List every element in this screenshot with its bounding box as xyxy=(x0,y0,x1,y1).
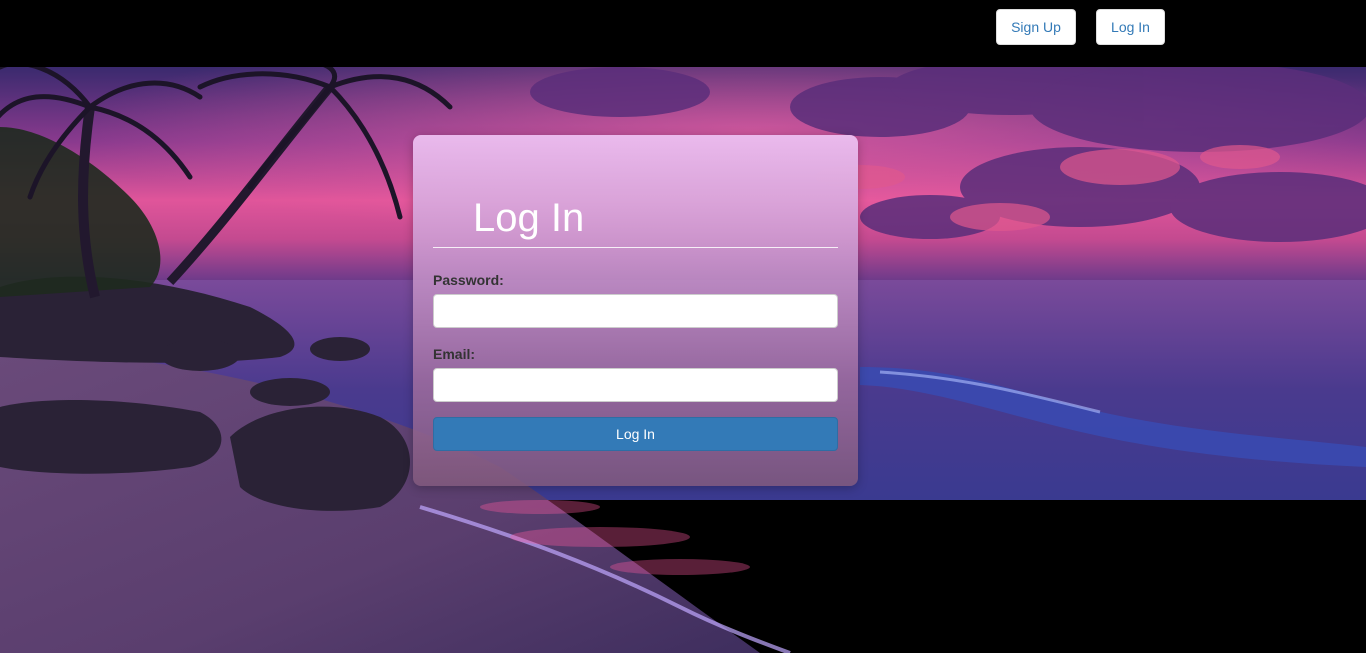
nav-login-button[interactable]: Log In xyxy=(1096,9,1165,45)
login-card: Log In Password: Email: Log In xyxy=(413,135,858,486)
password-label: Password: xyxy=(433,272,504,288)
top-nav-bar: Sign Up Log In xyxy=(0,0,1366,67)
login-title: Log In xyxy=(473,196,585,240)
title-divider xyxy=(433,247,838,248)
signup-button[interactable]: Sign Up xyxy=(996,9,1076,45)
login-submit-button[interactable]: Log In xyxy=(433,417,838,451)
email-input[interactable] xyxy=(433,368,838,402)
password-input[interactable] xyxy=(433,294,838,328)
email-label: Email: xyxy=(433,346,476,362)
